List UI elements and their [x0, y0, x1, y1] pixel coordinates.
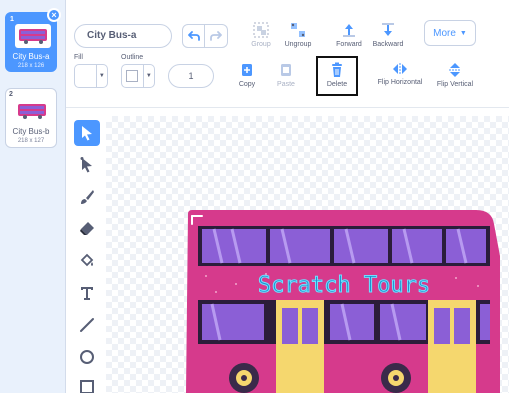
circle-tool[interactable] — [74, 344, 100, 370]
tools-palette — [66, 108, 106, 393]
upper-window — [334, 229, 388, 263]
door-window — [434, 308, 450, 344]
more-label: More — [433, 27, 456, 39]
chevron-down-icon: ▼ — [95, 65, 107, 87]
costume-name: City Bus-b — [12, 127, 50, 136]
rectangle-icon — [80, 380, 94, 393]
costume-tile-1[interactable]: 1 City Bus-a 218 x 126 × — [5, 8, 61, 72]
costume-thumbnail — [15, 24, 51, 48]
door-window — [282, 308, 298, 344]
redo-icon — [210, 31, 222, 41]
ungroup-button[interactable]: Ungroup — [276, 22, 320, 48]
outline-color-picker[interactable]: ▼ — [121, 64, 155, 88]
select-icon — [82, 126, 92, 141]
costume-tile-2[interactable]: 2 City Bus-b 218 x 127 — [5, 88, 57, 148]
copy-icon — [242, 64, 252, 76]
costume-number: 2 — [9, 91, 13, 98]
costume-dimensions: 218 x 126 — [17, 63, 45, 69]
fill-tool[interactable] — [74, 248, 100, 274]
costume-number: 1 — [10, 16, 14, 23]
flip-vertical-button[interactable]: Flip Vertical — [432, 62, 478, 88]
door-window — [454, 308, 470, 344]
group-label: Group — [251, 41, 271, 48]
ungroup-label: Ungroup — [284, 41, 312, 48]
line-tool[interactable] — [74, 312, 100, 338]
brush-icon — [81, 190, 94, 204]
paint-editor: City Bus-a Group Ungroup Forward Backwar… — [66, 0, 509, 393]
costume-list: 1 City Bus-a 218 x 126 × 2 City Bus-b 21… — [0, 0, 66, 393]
delete-highlight-box — [316, 56, 358, 96]
fill-swatch — [75, 65, 96, 87]
lower-window — [380, 304, 426, 340]
delete-costume-button[interactable]: × — [47, 8, 61, 22]
paste-icon — [281, 64, 291, 76]
flip-horizontal-button[interactable]: Flip Horizontal — [374, 62, 426, 86]
eraser-tool[interactable] — [74, 216, 100, 242]
fill-icon — [80, 253, 94, 267]
undo-redo-group — [182, 24, 228, 48]
line-icon — [80, 318, 94, 332]
drawing-canvas[interactable]: Scratch Tours — [106, 116, 509, 393]
eraser-icon — [80, 222, 94, 235]
reshape-tool[interactable] — [74, 152, 100, 178]
door-window — [302, 308, 318, 344]
outline-width-input[interactable]: 1 — [168, 64, 214, 88]
undo-button[interactable] — [182, 24, 205, 48]
banner-text: Scratch Tours — [258, 273, 430, 298]
outline-label: Outline — [121, 54, 144, 61]
flip-horizontal-icon — [393, 63, 407, 75]
more-button[interactable]: More ▼ — [424, 20, 476, 46]
wheel-center — [393, 375, 399, 381]
undo-icon — [187, 31, 200, 41]
costume-name-input[interactable]: City Bus-a — [74, 24, 172, 48]
backward-label: Backward — [372, 41, 404, 48]
rectangle-tool[interactable] — [74, 374, 100, 393]
forward-label: Forward — [336, 41, 362, 48]
fill-label: Fill — [74, 54, 83, 61]
ungroup-icon — [291, 23, 305, 37]
copy-button[interactable]: Copy — [225, 62, 269, 88]
redo-button[interactable] — [205, 24, 228, 48]
forward-icon — [343, 24, 355, 37]
chevron-down-icon: ▼ — [459, 29, 467, 37]
flip-horizontal-label: Flip Horizontal — [377, 79, 423, 86]
costume-thumbnail — [14, 99, 50, 123]
wheel-center — [241, 375, 247, 381]
backward-button[interactable]: Backward — [366, 22, 410, 48]
circle-icon — [80, 350, 94, 364]
fill-color-picker[interactable]: ▼ — [74, 64, 108, 88]
costume-dimensions: 218 x 127 — [17, 138, 45, 144]
paste-button[interactable]: Paste — [264, 62, 308, 88]
forward-button[interactable]: Forward — [327, 22, 371, 48]
chevron-down-icon: ▼ — [142, 65, 154, 87]
paste-label: Paste — [277, 81, 295, 88]
flip-vertical-icon — [449, 63, 461, 77]
copy-label: Copy — [238, 81, 256, 88]
group-icon — [253, 22, 269, 38]
lower-window — [480, 304, 490, 340]
reshape-icon — [80, 157, 92, 173]
city-bus-drawing[interactable]: Scratch Tours — [106, 116, 509, 393]
costume-name: City Bus-a — [12, 52, 50, 61]
text-icon — [81, 287, 93, 300]
lower-window — [330, 304, 374, 340]
lower-window — [202, 304, 264, 340]
text-tool[interactable] — [74, 280, 100, 306]
backward-icon — [382, 23, 394, 36]
paint-editor-root: 1 City Bus-a 218 x 126 × 2 City Bus-b 21… — [0, 0, 509, 393]
brush-tool[interactable] — [74, 184, 100, 210]
upper-window — [270, 229, 330, 263]
paint-toolbar: City Bus-a Group Ungroup Forward Backwar… — [66, 0, 509, 108]
upper-window — [392, 229, 442, 263]
select-tool[interactable] — [74, 120, 100, 146]
flip-vertical-label: Flip Vertical — [436, 81, 474, 88]
outline-swatch — [122, 65, 143, 87]
